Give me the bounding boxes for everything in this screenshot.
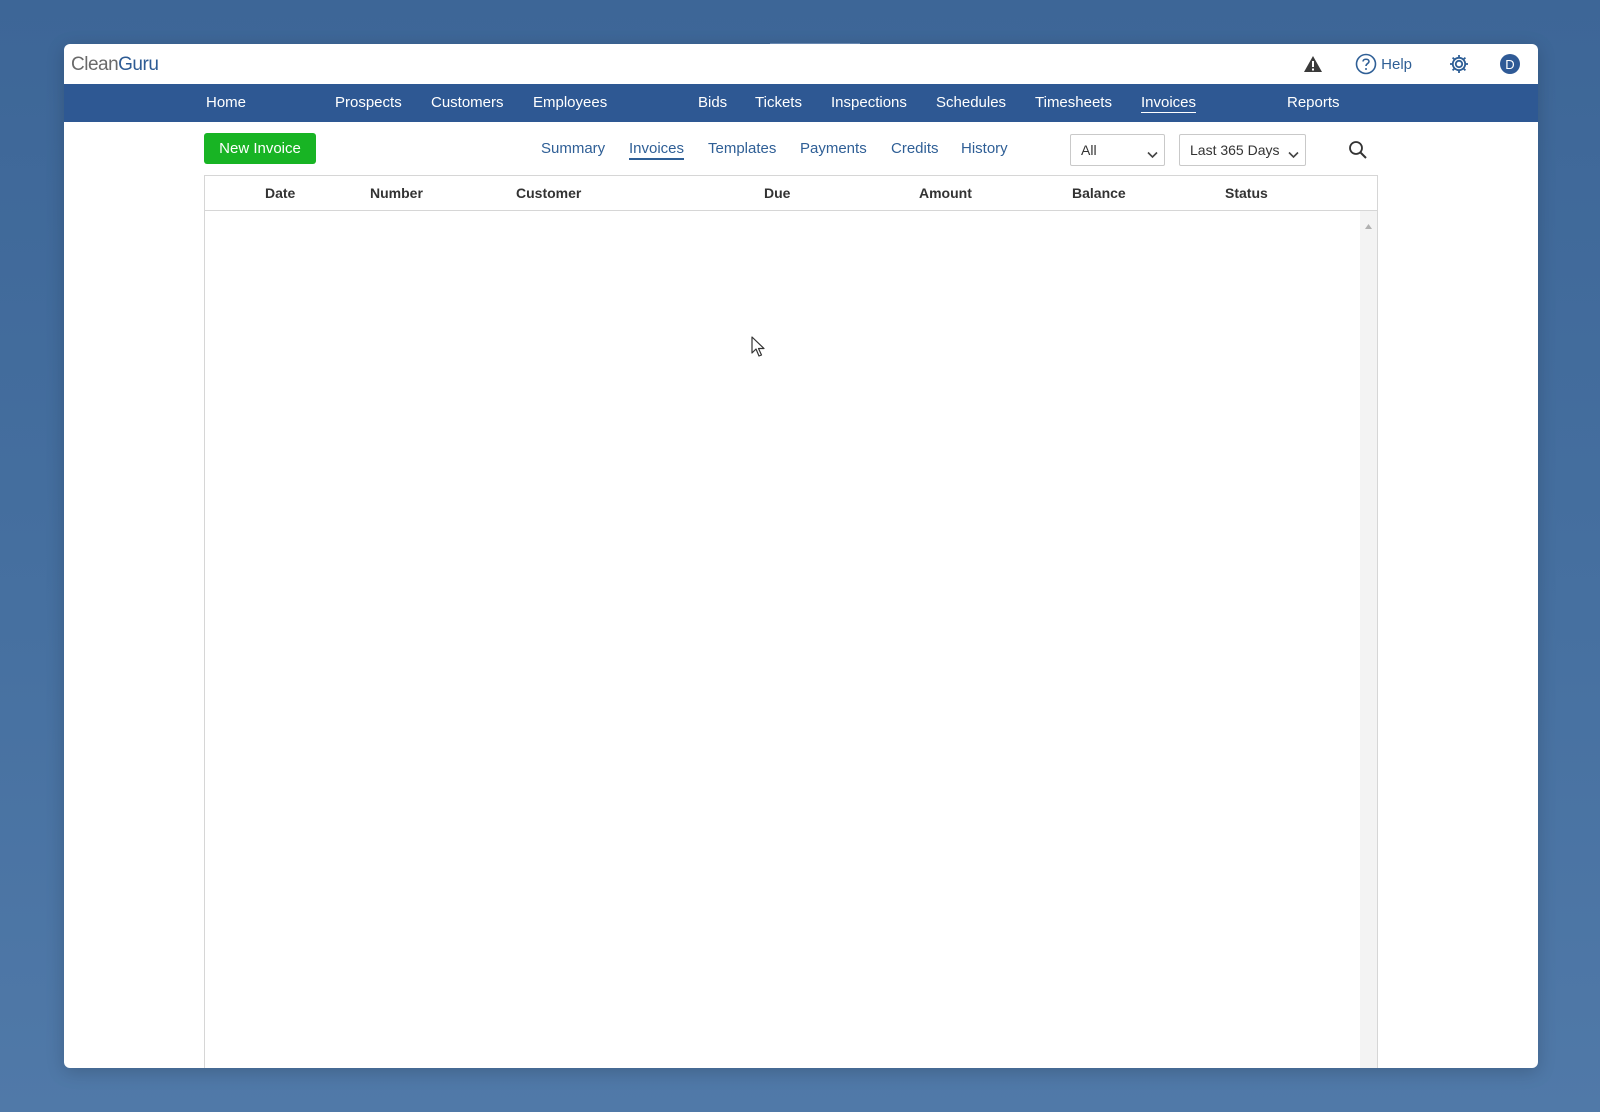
- mouse-cursor-icon: [751, 336, 767, 363]
- nav-item-customers[interactable]: Customers: [431, 84, 504, 122]
- tab-history[interactable]: History: [961, 140, 1008, 157]
- logo: CleanGuru: [71, 54, 159, 76]
- chevron-down-icon: [1288, 146, 1299, 162]
- column-customer[interactable]: Customer: [516, 176, 581, 210]
- column-due[interactable]: Due: [764, 176, 790, 210]
- new-invoice-button[interactable]: New Invoice: [204, 133, 316, 164]
- nav-item-employees[interactable]: Employees: [533, 84, 607, 122]
- status-filter-value: All: [1081, 142, 1097, 158]
- header-actions: Help D: [1303, 44, 1520, 84]
- nav-item-reports[interactable]: Reports: [1287, 84, 1340, 122]
- scroll-up-arrow-icon[interactable]: [1365, 216, 1372, 234]
- column-number[interactable]: Number: [370, 176, 423, 210]
- tab-payments[interactable]: Payments: [800, 140, 867, 157]
- help-button[interactable]: Help: [1355, 53, 1412, 75]
- invoice-table: Date Number Customer Due Amount Balance …: [204, 175, 1378, 1068]
- column-status[interactable]: Status: [1225, 176, 1268, 210]
- tab-summary[interactable]: Summary: [541, 140, 605, 157]
- nav-item-inspections[interactable]: Inspections: [831, 84, 907, 122]
- tab-invoices[interactable]: Invoices: [629, 140, 685, 160]
- main-nav: Home Prospects Customers Employees Bids …: [64, 84, 1538, 122]
- avatar[interactable]: D: [1500, 54, 1520, 74]
- search-icon[interactable]: [1348, 140, 1368, 165]
- invoice-toolbar: New Invoice Summary Invoices Templates P…: [64, 122, 1538, 178]
- help-label: Help: [1381, 55, 1412, 73]
- table-scrollbar[interactable]: [1360, 211, 1377, 1068]
- nav-item-schedules[interactable]: Schedules: [936, 84, 1006, 122]
- app-header: CleanGuru Help D: [64, 44, 1538, 84]
- tab-credits[interactable]: Credits: [891, 140, 939, 157]
- nav-item-timesheets[interactable]: Timesheets: [1035, 84, 1112, 122]
- nav-item-tickets[interactable]: Tickets: [755, 84, 802, 122]
- nav-item-home[interactable]: Home: [206, 84, 246, 122]
- nav-item-prospects[interactable]: Prospects: [335, 84, 402, 122]
- help-circle-icon: [1355, 53, 1377, 75]
- nav-item-invoices[interactable]: Invoices: [1141, 84, 1197, 122]
- status-filter-select[interactable]: All: [1070, 134, 1165, 166]
- nav-item-bids[interactable]: Bids: [698, 84, 727, 122]
- date-range-select[interactable]: Last 365 Days: [1179, 134, 1306, 166]
- column-amount[interactable]: Amount: [919, 176, 972, 210]
- tab-templates[interactable]: Templates: [708, 140, 776, 157]
- date-range-value: Last 365 Days: [1190, 142, 1280, 158]
- warning-icon[interactable]: [1303, 55, 1323, 73]
- logo-text-guru: Guru: [118, 54, 159, 75]
- column-date[interactable]: Date: [265, 176, 295, 210]
- gear-icon[interactable]: [1448, 53, 1470, 75]
- app-window: CleanGuru Help D Home Prospects Customer…: [64, 44, 1538, 1068]
- logo-text-clean: Clean: [71, 54, 119, 75]
- table-header: Date Number Customer Due Amount Balance …: [205, 176, 1377, 211]
- column-balance[interactable]: Balance: [1072, 176, 1126, 210]
- chevron-down-icon: [1147, 146, 1158, 162]
